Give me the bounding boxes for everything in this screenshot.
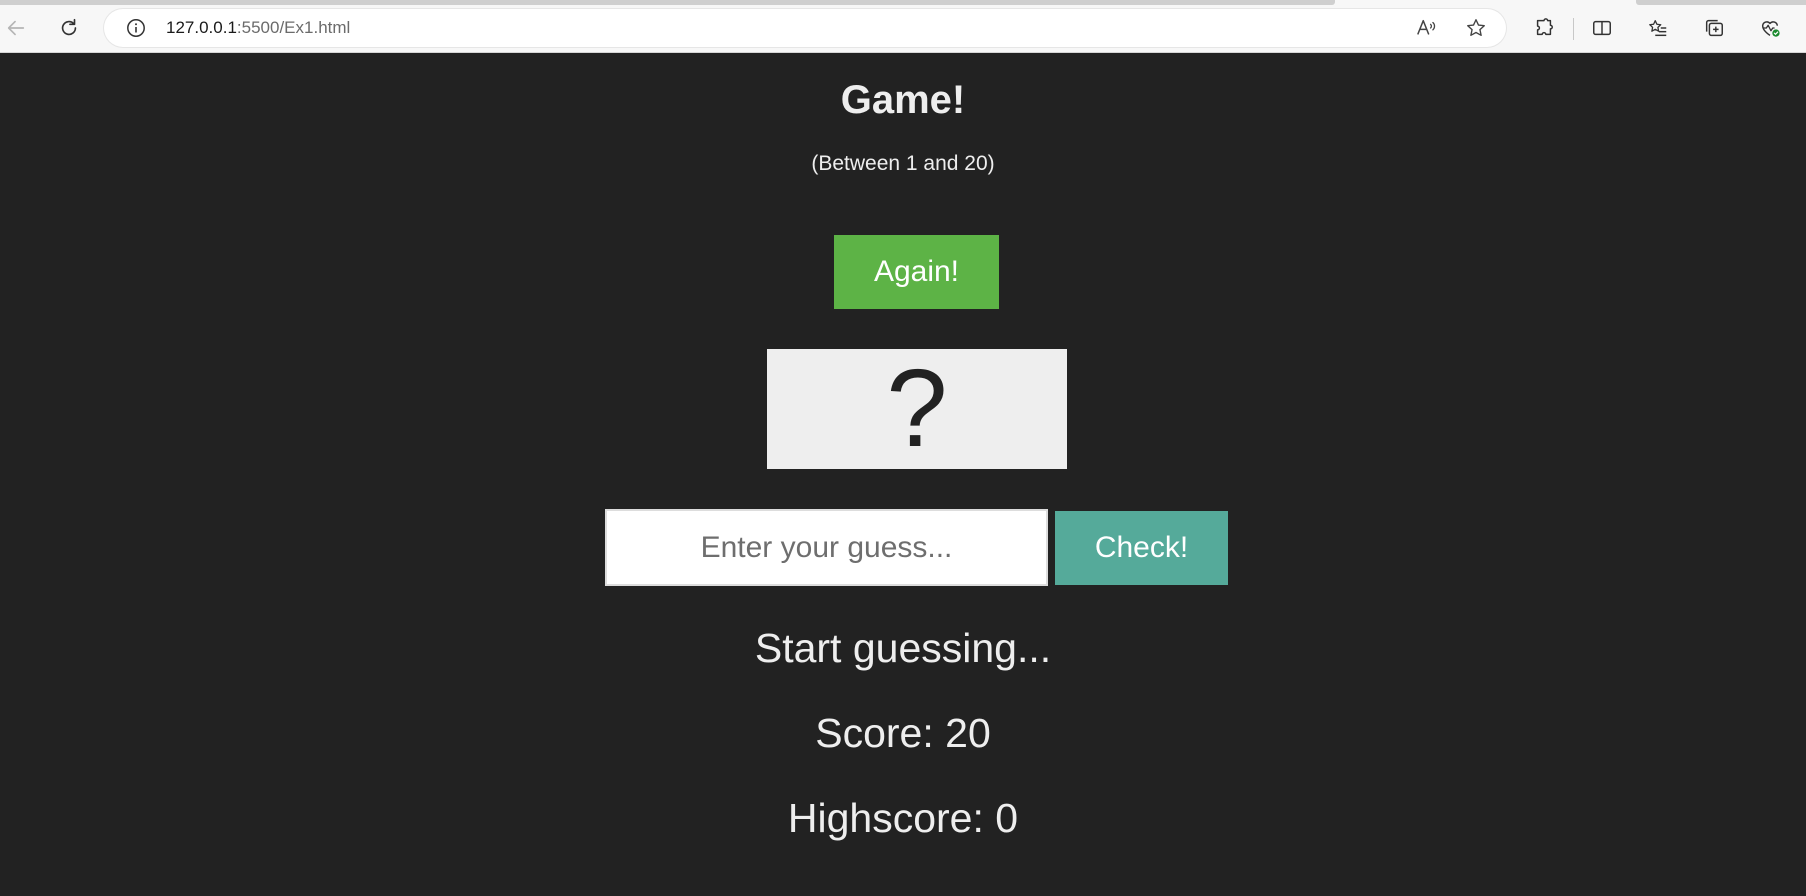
url-path: :5500/Ex1.html: [236, 18, 351, 37]
extensions-button[interactable]: [1530, 14, 1558, 42]
favorite-star-button[interactable]: [1464, 16, 1488, 40]
score-label: Score: 20: [815, 710, 991, 756]
browser-essentials-button[interactable]: [1756, 14, 1784, 42]
puzzle-piece-icon: [1536, 18, 1553, 36]
tab-strip-edge-right: [1636, 0, 1806, 5]
read-aloud-button[interactable]: [1414, 16, 1438, 40]
favorites-button[interactable]: [1644, 14, 1672, 42]
collections-icon: [1705, 19, 1723, 37]
check-button[interactable]: Check!: [1055, 511, 1228, 585]
heart-pulse-icon: [1761, 21, 1780, 37]
again-button[interactable]: Again!: [834, 235, 999, 309]
address-bar[interactable]: 127.0.0.1:5500/Ex1.html: [104, 9, 1506, 47]
guess-input[interactable]: [605, 509, 1048, 586]
tab-strip-edge: [0, 0, 1335, 5]
secret-number-display: ?: [767, 349, 1067, 469]
read-aloud-icon: [1417, 19, 1436, 35]
refresh-button[interactable]: [53, 12, 85, 44]
status-message: Start guessing...: [754, 625, 1052, 671]
back-arrow-icon: [7, 20, 25, 36]
star-icon: [1467, 19, 1485, 37]
highscore-label: Highscore: 0: [787, 795, 1019, 841]
game-title: Game!: [840, 78, 966, 122]
refresh-icon: [61, 18, 77, 36]
url-host: 127.0.0.1: [166, 18, 237, 37]
split-screen-button[interactable]: [1588, 14, 1616, 42]
split-screen-icon: [1593, 20, 1611, 36]
game-page: Game! (Between 1 and 20) Again! ? Check!…: [0, 54, 1806, 896]
range-hint: (Between 1 and 20): [811, 152, 995, 175]
toolbar-divider: [1573, 18, 1574, 40]
browser-toolbar: 127.0.0.1:5500/Ex1.html: [0, 0, 1806, 53]
url-text[interactable]: 127.0.0.1:5500/Ex1.html: [166, 18, 350, 38]
site-info-icon[interactable]: [126, 18, 146, 38]
back-button[interactable]: [0, 12, 32, 44]
collections-button[interactable]: [1700, 14, 1728, 42]
favorites-list-icon: [1649, 20, 1667, 37]
